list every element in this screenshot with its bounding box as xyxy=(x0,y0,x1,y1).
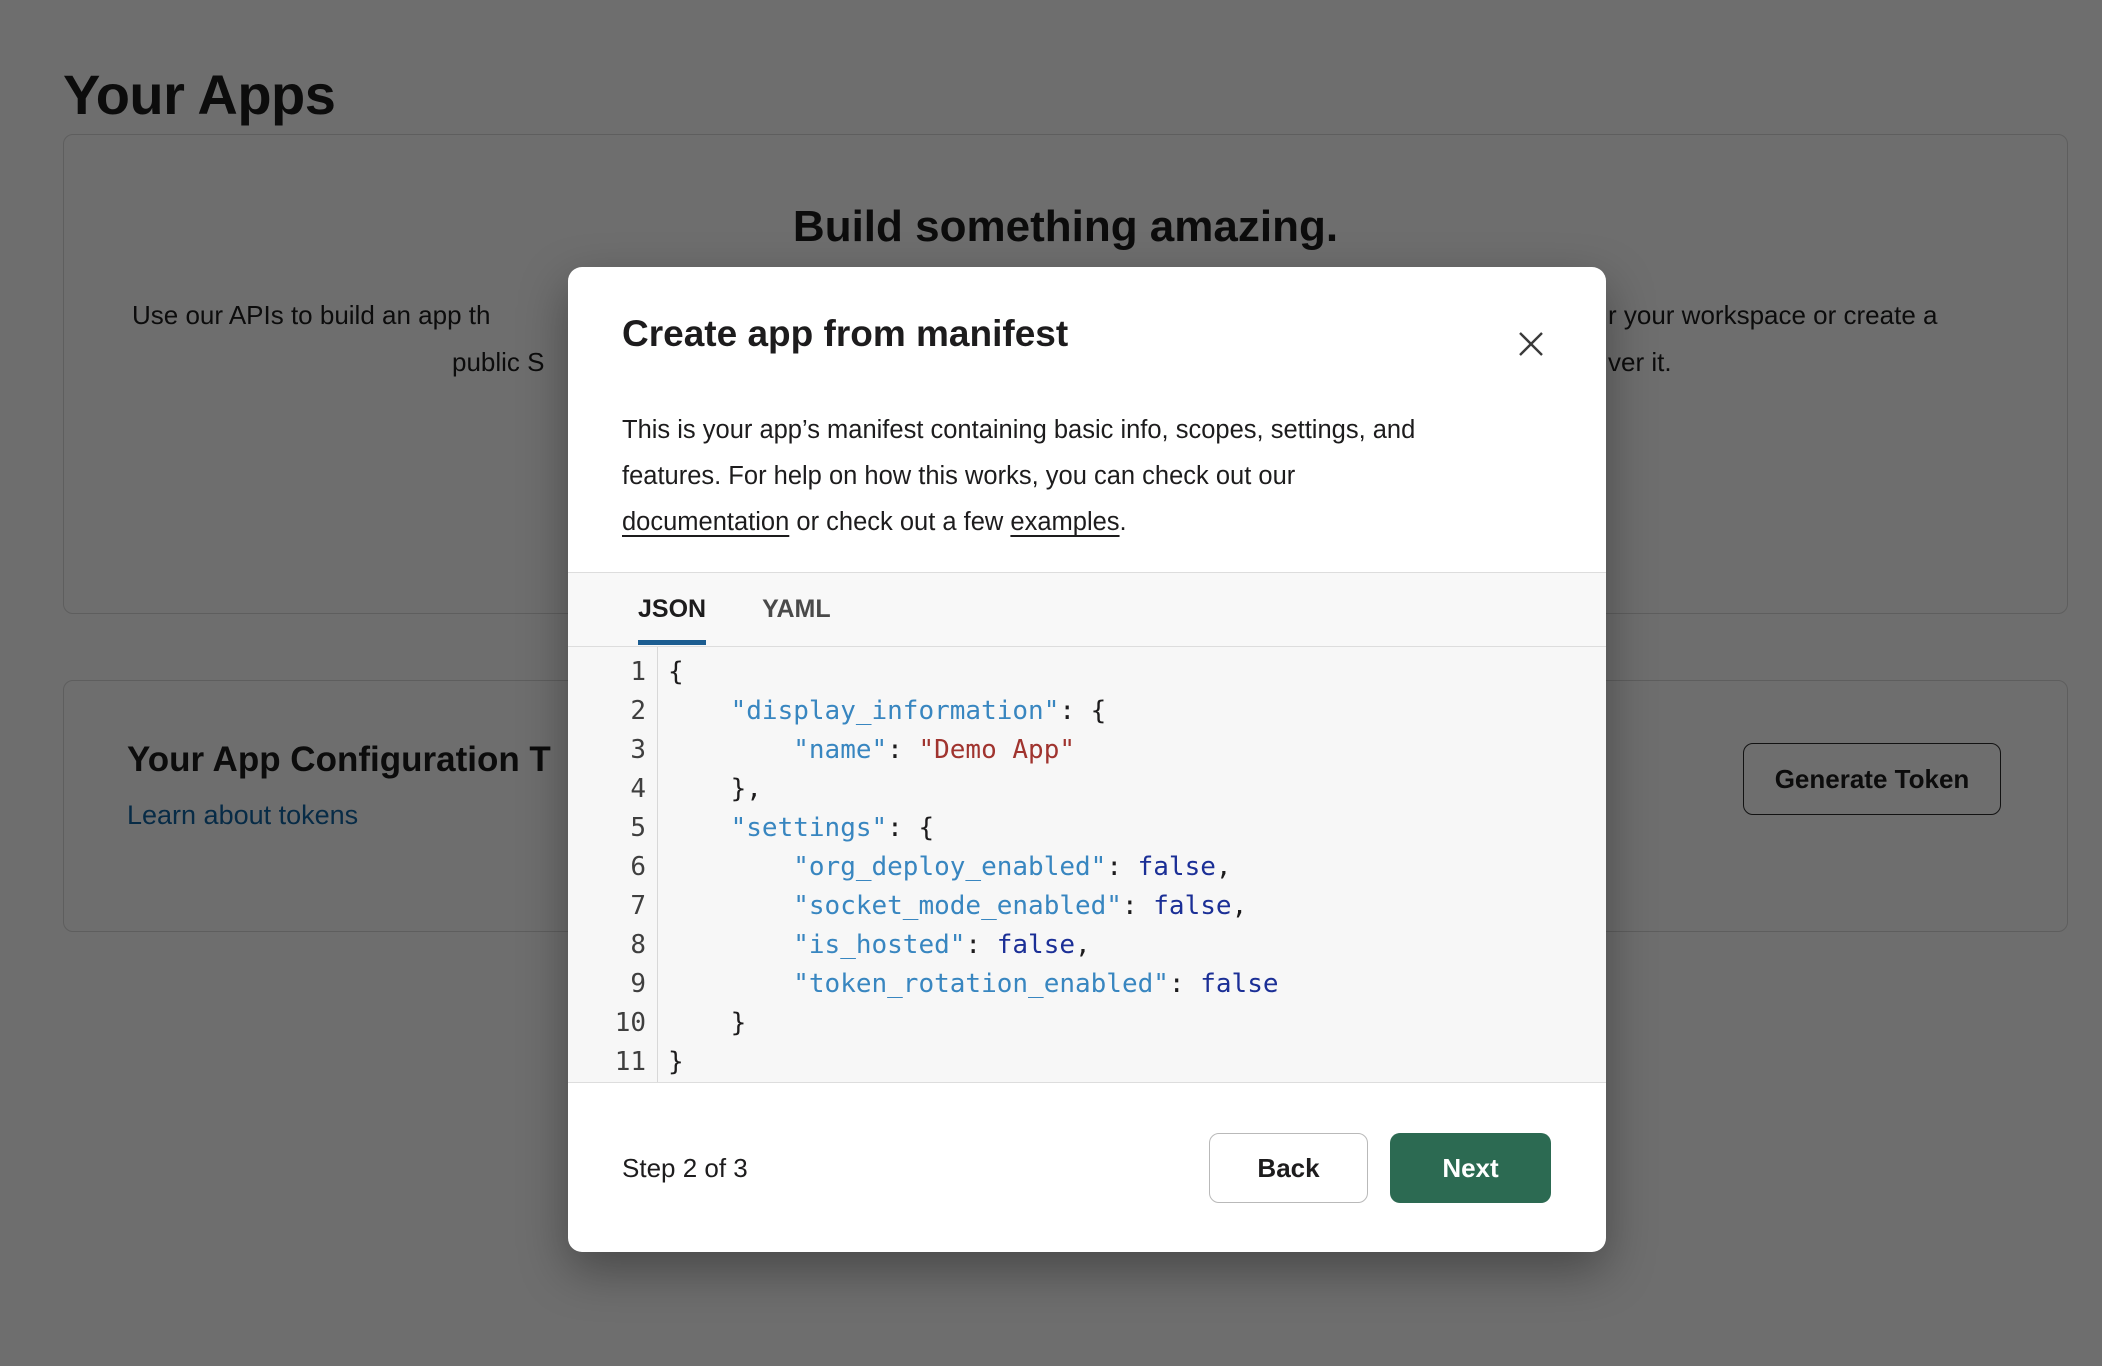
line-number: 7 xyxy=(568,887,646,926)
code-lines: 1{2 "display_information": {3 "name": "D… xyxy=(568,653,1606,1082)
modal-title: Create app from manifest xyxy=(622,313,1068,355)
examples-link[interactable]: examples xyxy=(1010,508,1119,536)
description-line: documentation or check out a few example… xyxy=(622,499,1415,545)
back-button[interactable]: Back xyxy=(1209,1133,1368,1203)
line-number: 8 xyxy=(568,926,646,965)
code-line: 6 "org_deploy_enabled": false, xyxy=(568,848,1606,887)
code-line: 4 }, xyxy=(568,770,1606,809)
line-number: 6 xyxy=(568,848,646,887)
line-number: 3 xyxy=(568,731,646,770)
code-text: "display_information": { xyxy=(646,692,1106,731)
code-line: 3 "name": "Demo App" xyxy=(568,731,1606,770)
code-text: "name": "Demo App" xyxy=(646,731,1075,770)
x-close-icon xyxy=(1514,327,1548,361)
manifest-format-tabbar: JSON YAML xyxy=(568,572,1606,647)
code-text: "org_deploy_enabled": false, xyxy=(646,848,1232,887)
code-line: 11} xyxy=(568,1043,1606,1082)
close-button[interactable] xyxy=(1508,321,1554,367)
line-number: 4 xyxy=(568,770,646,809)
line-number: 5 xyxy=(568,809,646,848)
code-text: "is_hosted": false, xyxy=(646,926,1091,965)
tab-json[interactable]: JSON xyxy=(638,595,706,624)
code-text: "socket_mode_enabled": false, xyxy=(646,887,1247,926)
tab-yaml[interactable]: YAML xyxy=(762,595,831,624)
line-number: 2 xyxy=(568,692,646,731)
manifest-code-editor[interactable]: 1{2 "display_information": {3 "name": "D… xyxy=(568,647,1606,1083)
code-text: "settings": { xyxy=(646,809,934,848)
code-text: } xyxy=(646,1004,746,1043)
description-text: . xyxy=(1120,508,1127,536)
code-text: { xyxy=(646,653,684,692)
description-line: This is your app’s manifest containing b… xyxy=(622,407,1415,453)
step-indicator: Step 2 of 3 xyxy=(622,1133,748,1203)
gutter-divider xyxy=(657,647,658,1082)
code-line: 10 } xyxy=(568,1004,1606,1043)
description-line: features. For help on how this works, yo… xyxy=(622,453,1415,499)
code-line: 5 "settings": { xyxy=(568,809,1606,848)
next-button[interactable]: Next xyxy=(1390,1133,1551,1203)
code-line: 8 "is_hosted": false, xyxy=(568,926,1606,965)
line-number: 10 xyxy=(568,1004,646,1043)
documentation-link[interactable]: documentation xyxy=(622,508,789,536)
line-number: 11 xyxy=(568,1043,646,1082)
code-text: }, xyxy=(646,770,762,809)
code-line: 2 "display_information": { xyxy=(568,692,1606,731)
code-text: "token_rotation_enabled": false xyxy=(646,965,1279,1004)
create-app-from-manifest-modal: Create app from manifest This is your ap… xyxy=(568,267,1606,1252)
line-number: 1 xyxy=(568,653,646,692)
code-text: } xyxy=(646,1043,684,1082)
line-number: 9 xyxy=(568,965,646,1004)
code-line: 7 "socket_mode_enabled": false, xyxy=(568,887,1606,926)
description-text: or check out a few xyxy=(789,508,1010,536)
code-line: 1{ xyxy=(568,653,1606,692)
modal-description: This is your app’s manifest containing b… xyxy=(622,407,1415,545)
code-line: 9 "token_rotation_enabled": false xyxy=(568,965,1606,1004)
